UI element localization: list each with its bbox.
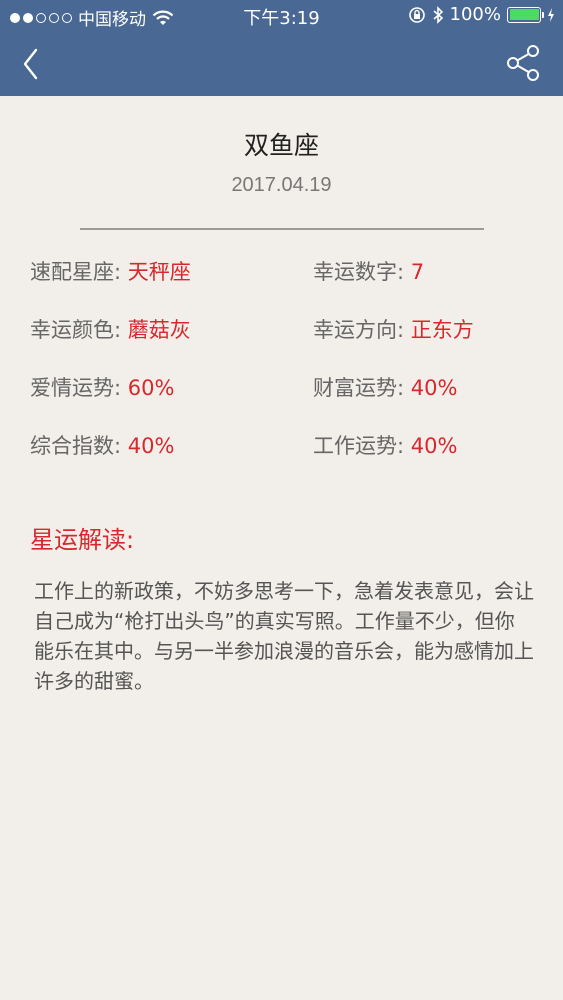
stat-label: 幸运方向: xyxy=(313,318,411,342)
share-icon xyxy=(507,45,539,81)
stat-label: 综合指数: xyxy=(30,434,128,458)
status-right: 100% xyxy=(408,4,555,25)
bluetooth-icon xyxy=(433,5,443,24)
stat-work-fortune: 工作运势: 40% xyxy=(313,430,457,460)
stat-value: 40% xyxy=(410,376,458,400)
stat-label: 爱情运势: xyxy=(30,376,128,400)
stat-value: 40% xyxy=(410,434,458,458)
date-label: 2017.04.19 xyxy=(231,174,332,196)
back-button[interactable] xyxy=(18,44,48,84)
stat-value: 正东方 xyxy=(410,318,474,342)
stat-value: 40% xyxy=(127,434,175,458)
share-button[interactable] xyxy=(505,45,541,81)
stat-value: 天秤座 xyxy=(127,260,191,284)
stat-label: 幸运颜色: xyxy=(30,318,128,342)
stat-wealth-fortune: 财富运势: 40% xyxy=(313,372,457,402)
orientation-lock-icon xyxy=(408,6,425,23)
stat-value: 7 xyxy=(410,260,425,284)
stat-value: 60% xyxy=(127,376,175,400)
battery-icon xyxy=(507,6,544,23)
page-title: 双鱼座 xyxy=(243,131,319,160)
reading-title: 星运解读: xyxy=(30,526,135,554)
stat-label: 财富运势: xyxy=(313,376,411,400)
status-bar: 中国移动 下午3:19 100% xyxy=(0,0,563,32)
stat-lucky-direction: 幸运方向: 正东方 xyxy=(313,314,474,344)
charging-icon xyxy=(548,7,554,22)
stat-value: 蘑菇灰 xyxy=(127,318,191,342)
stat-label: 幸运数字: xyxy=(313,260,411,284)
stat-overall-index: 综合指数: 40% xyxy=(30,430,174,460)
battery-percent: 100% xyxy=(449,4,501,25)
stat-lucky-number: 幸运数字: 7 xyxy=(313,256,424,286)
stat-love-fortune: 爱情运势: 60% xyxy=(30,372,174,402)
battery-level xyxy=(509,9,539,20)
divider xyxy=(80,228,484,230)
top-bar: 中国移动 下午3:19 100% xyxy=(0,0,563,96)
stat-lucky-color: 幸运颜色: 蘑菇灰 xyxy=(30,314,191,344)
nav-bar xyxy=(0,32,563,96)
chevron-left-icon xyxy=(23,48,38,80)
stat-label: 速配星座: xyxy=(30,260,128,284)
stat-match-sign: 速配星座: 天秤座 xyxy=(30,256,191,286)
reading-text: 工作上的新政策，不妨多思考一下，急着发表意见，会让自己成为“枪打出头鸟”的真实写… xyxy=(34,579,534,693)
stat-label: 工作运势: xyxy=(313,434,411,458)
